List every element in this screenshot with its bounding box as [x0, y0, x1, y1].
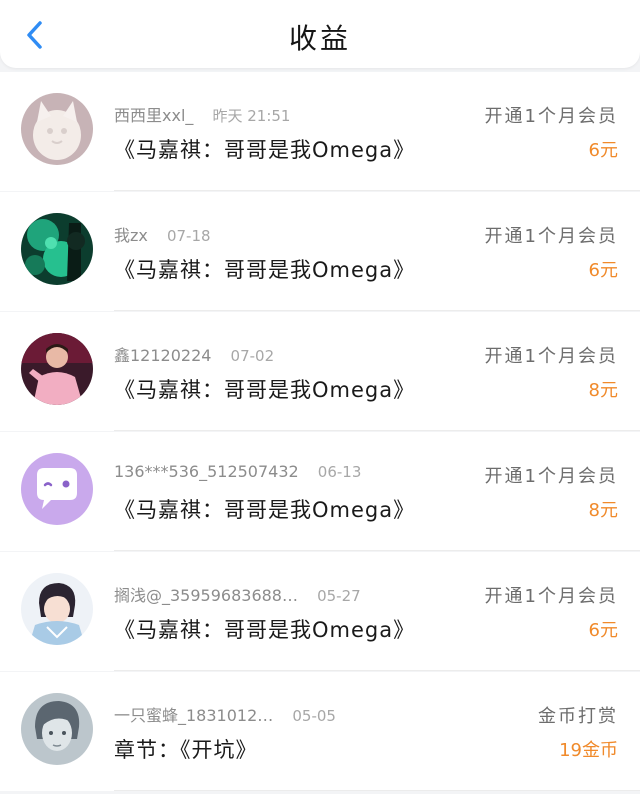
username[interactable]: 西西里xxl_ [114, 106, 193, 125]
work-title[interactable]: 章节：《开坑》 [114, 734, 258, 764]
timestamp: 07-18 [166, 227, 211, 245]
sketch-portrait-avatar-icon [21, 693, 93, 765]
avatar[interactable] [21, 573, 93, 645]
page-title: 收益 [288, 22, 351, 55]
anime-avatar-icon [21, 573, 93, 645]
divider [114, 550, 640, 551]
entry-meta: 西西里xxl_ 昨天 21:51 [114, 102, 474, 126]
earning-amount: 8元 [588, 500, 618, 521]
divider [114, 310, 640, 311]
top-bar: 收益 [0, 0, 640, 68]
work-title[interactable]: 《马嘉祺：哥哥是我Omega》 [114, 494, 415, 524]
timestamp: 05-05 [292, 707, 336, 725]
earning-type: 开通1个月会员 [484, 466, 618, 487]
timestamp: 07-02 [230, 347, 275, 365]
entry-meta: 一只蜜蜂_1831012… 05-05 [114, 702, 474, 726]
avatar[interactable] [21, 93, 93, 165]
chat-bubble-avatar-icon [21, 453, 93, 525]
work-title[interactable]: 《马嘉祺：哥哥是我Omega》 [114, 374, 415, 404]
avatar[interactable] [21, 333, 93, 405]
divider [114, 430, 640, 431]
earning-type: 开通1个月会员 [484, 226, 618, 247]
username[interactable]: 136***536_512507432 [114, 462, 299, 481]
earning-type: 开通1个月会员 [484, 346, 618, 367]
earning-item[interactable]: 我zx 07-18 《马嘉祺：哥哥是我Omega》 开通1个月会员 6元 [0, 192, 640, 311]
timestamp: 06-13 [317, 463, 362, 481]
username[interactable]: 我zx [114, 226, 148, 245]
entry-meta: 搁浅@_35959683688… 05-27 [114, 582, 474, 606]
avatar[interactable] [21, 693, 93, 765]
username[interactable]: 一只蜜蜂_1831012… [114, 706, 273, 725]
work-title[interactable]: 《马嘉祺：哥哥是我Omega》 [114, 254, 415, 284]
timestamp: 05-27 [317, 587, 361, 605]
earning-item[interactable]: 136***536_512507432 06-13 《马嘉祺：哥哥是我Omega… [0, 432, 640, 551]
earning-item[interactable]: 一只蜜蜂_1831012… 05-05 章节：《开坑》 金币打赏 19金币 [0, 672, 640, 791]
earning-type: 金币打赏 [538, 706, 618, 727]
earning-type: 开通1个月会员 [484, 106, 618, 127]
earning-item[interactable]: 鑫12120224 07-02 《马嘉祺：哥哥是我Omega》 开通1个月会员 … [0, 312, 640, 431]
earning-amount: 8元 [588, 380, 618, 401]
work-title[interactable]: 《马嘉祺：哥哥是我Omega》 [114, 614, 415, 644]
username[interactable]: 鑫12120224 [114, 346, 211, 365]
pink-person-avatar-icon [21, 333, 93, 405]
entry-meta: 鑫12120224 07-02 [114, 342, 474, 366]
username[interactable]: 搁浅@_35959683688… [114, 586, 298, 605]
earnings-list: 西西里xxl_ 昨天 21:51 《马嘉祺：哥哥是我Omega》 开通1个月会员… [0, 72, 640, 792]
earning-item[interactable]: 西西里xxl_ 昨天 21:51 《马嘉祺：哥哥是我Omega》 开通1个月会员… [0, 72, 640, 191]
white-cat-avatar-icon [21, 93, 93, 165]
avatar[interactable] [21, 213, 93, 285]
divider [114, 190, 640, 191]
earning-amount: 19金币 [559, 740, 618, 761]
green-glow-avatar-icon [21, 213, 93, 285]
avatar[interactable] [21, 453, 93, 525]
work-title[interactable]: 《马嘉祺：哥哥是我Omega》 [114, 134, 415, 164]
entry-meta: 136***536_512507432 06-13 [114, 462, 474, 481]
earning-type: 开通1个月会员 [484, 586, 618, 607]
earning-item[interactable]: 搁浅@_35959683688… 05-27 《马嘉祺：哥哥是我Omega》 开… [0, 552, 640, 671]
earning-amount: 6元 [588, 620, 618, 641]
earning-amount: 6元 [588, 260, 618, 281]
divider [114, 670, 640, 671]
entry-meta: 我zx 07-18 [114, 222, 474, 246]
earning-amount: 6元 [588, 140, 618, 161]
divider [114, 790, 640, 791]
timestamp: 昨天 21:51 [212, 107, 291, 125]
